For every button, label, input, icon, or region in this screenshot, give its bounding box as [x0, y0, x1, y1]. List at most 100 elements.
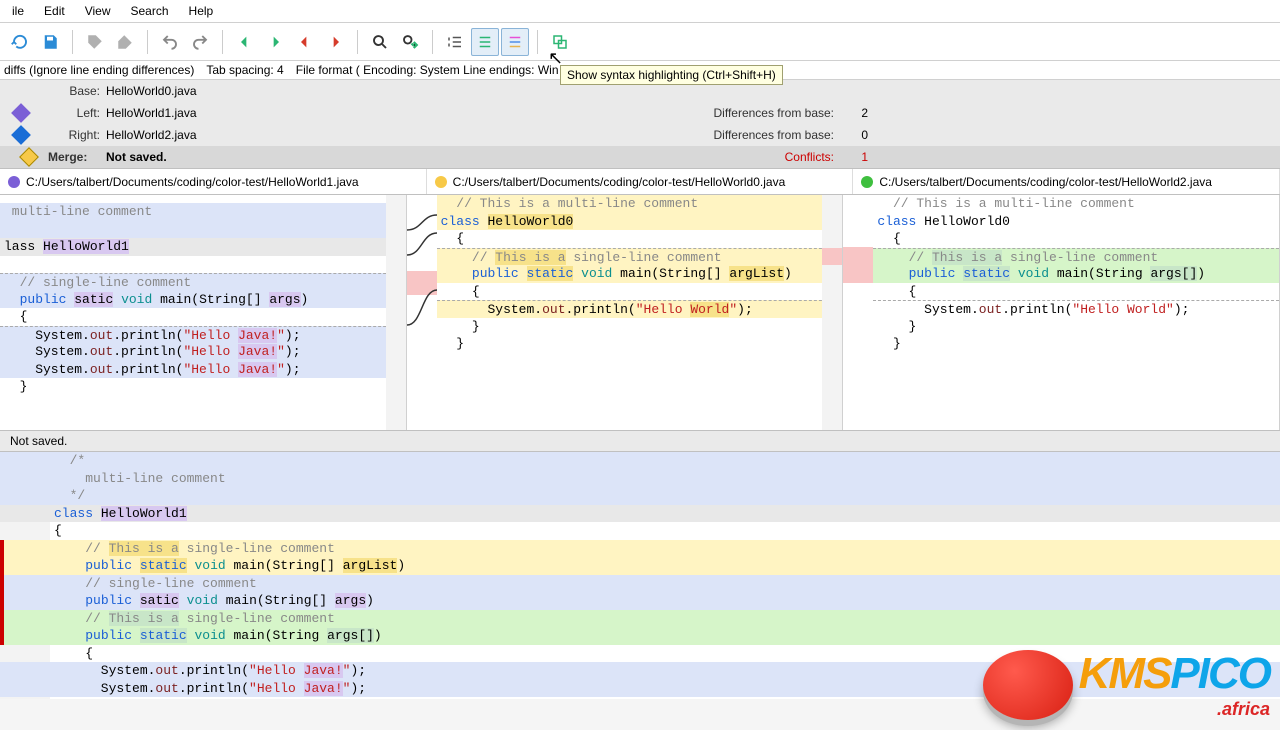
diamond-merge-icon: [19, 147, 39, 167]
search-next-button[interactable]: [396, 28, 424, 56]
right-label: Right:: [34, 128, 106, 142]
diff-pane-right[interactable]: // This is a multi-line comment class He…: [873, 195, 1280, 430]
code-text: class HelloWorld1: [54, 506, 187, 521]
conflicts-label: Conflicts:: [785, 150, 840, 164]
separator: [432, 30, 433, 54]
diff-pane-mid[interactable]: // This is a multi-line comment class He…: [437, 195, 844, 430]
status-tab: Tab spacing: 4: [206, 63, 283, 77]
dot-purple-icon: [8, 176, 20, 188]
diff-area[interactable]: multi-line comment lass HelloWorld1 // s…: [0, 195, 1280, 430]
search-button[interactable]: [366, 28, 394, 56]
tag-down-button[interactable]: [81, 28, 109, 56]
refresh-button[interactable]: [6, 28, 34, 56]
menu-search[interactable]: Search: [123, 2, 177, 20]
red-button-icon: [983, 650, 1073, 720]
dot-green-icon: [861, 176, 873, 188]
gutter: [386, 195, 406, 430]
merge-status: Not saved.: [106, 150, 785, 164]
save-button[interactable]: [36, 28, 64, 56]
toolbar: [0, 23, 1280, 61]
menu-view[interactable]: View: [77, 2, 119, 20]
watermark-kms: KMS: [1079, 649, 1171, 698]
watermark-logo: KMSPICO .africa: [983, 649, 1270, 720]
status-format: File format ( Encoding: System Line endi…: [296, 63, 559, 77]
menu-edit[interactable]: Edit: [36, 2, 73, 20]
code-text: public satic void main(String[] args): [54, 593, 374, 608]
code-text: [0, 221, 406, 239]
dot-yellow-icon: [435, 176, 447, 188]
right-filename: HelloWorld2.java: [106, 128, 714, 142]
code-text: public static void main(String args[]): [877, 266, 1205, 281]
menu-help[interactable]: Help: [181, 2, 222, 20]
code-text: class HelloWorld0: [877, 214, 1010, 229]
path-right: C:/Users/talbert/Documents/coding/color-…: [853, 169, 1280, 194]
tooltip: Show syntax highlighting (Ctrl+Shift+H): [560, 65, 783, 85]
diff-base-label: Differences from base:: [714, 106, 841, 120]
connector-left: [407, 195, 437, 430]
code-text: class HelloWorld0: [441, 214, 574, 229]
status-diffs: diffs (Ignore line ending differences): [4, 63, 194, 77]
gutter: [822, 195, 842, 430]
merge-label: Merge:: [42, 150, 106, 164]
code-text: */: [54, 488, 85, 503]
base-label: Base:: [50, 84, 106, 98]
prev-diff-button[interactable]: [231, 28, 259, 56]
code-text: // single-line comment: [54, 576, 257, 591]
separator: [147, 30, 148, 54]
diff-left-count: 2: [840, 106, 880, 120]
diff-pane-left[interactable]: multi-line comment lass HelloWorld1 // s…: [0, 195, 407, 430]
code-text: System.out.println("Hello World");: [441, 302, 753, 317]
wrap-lines-button[interactable]: [471, 28, 499, 56]
cursor-icon: ↖: [548, 48, 563, 69]
undo-button[interactable]: [156, 28, 184, 56]
prev-conflict-button[interactable]: [291, 28, 319, 56]
separator: [222, 30, 223, 54]
diamond-right-icon: [11, 125, 31, 145]
code-text: multi-line comment: [4, 204, 152, 219]
diff-right-count: 0: [840, 128, 880, 142]
path-right-text: C:/Users/talbert/Documents/coding/color-…: [879, 175, 1212, 189]
code-text: // This is a multi-line comment: [441, 196, 698, 211]
code-text: // This is a single-line comment: [877, 250, 1158, 265]
conflicts-count: 1: [840, 150, 880, 164]
tag-up-button[interactable]: [111, 28, 139, 56]
code-text: lass HelloWorld1: [4, 239, 129, 254]
code-text: public static void main(String[] argList…: [441, 266, 792, 281]
next-diff-button[interactable]: [261, 28, 289, 56]
code-text: System.out.println("Hello Java!");: [4, 328, 301, 343]
base-filename: HelloWorld0.java: [106, 84, 1280, 98]
merge-not-saved: Not saved.: [10, 434, 67, 448]
path-left: C:/Users/talbert/Documents/coding/color-…: [0, 169, 427, 194]
redo-button[interactable]: [186, 28, 214, 56]
code-text: System.out.println("Hello Java!");: [54, 681, 366, 696]
merge-gutter: [0, 452, 50, 699]
code-text: // This is a single-line comment: [54, 541, 335, 556]
code-text: System.out.println("Hello Java!");: [54, 663, 366, 678]
code-text: // This is a single-line comment: [441, 250, 722, 265]
code-text: System.out.println("Hello World");: [877, 302, 1189, 317]
connector-right: [843, 195, 873, 430]
code-text: System.out.println("Hello Java!");: [4, 344, 301, 359]
menu-file[interactable]: ile: [4, 2, 32, 20]
watermark-pico: PICO: [1170, 649, 1270, 698]
left-label: Left:: [34, 106, 106, 120]
separator: [72, 30, 73, 54]
merge-status-bar: Not saved.: [0, 430, 1280, 452]
separator: [537, 30, 538, 54]
watermark-africa: .africa: [1079, 699, 1270, 720]
diamond-left-icon: [11, 103, 31, 123]
path-left-text: C:/Users/talbert/Documents/coding/color-…: [26, 175, 359, 189]
code-text: public static void main(String[] argList…: [54, 558, 405, 573]
code-text: // This is a single-line comment: [54, 611, 335, 626]
path-mid-text: C:/Users/talbert/Documents/coding/color-…: [453, 175, 786, 189]
diff-base-label: Differences from base:: [714, 128, 841, 142]
left-filename: HelloWorld1.java: [106, 106, 714, 120]
line-numbers-button[interactable]: [441, 28, 469, 56]
info-panel: Base: HelloWorld0.java Left: HelloWorld1…: [0, 80, 1280, 169]
code-text: public satic void main(String[] args): [4, 292, 308, 307]
code-text: // This is a multi-line comment: [877, 196, 1134, 211]
next-conflict-button[interactable]: [321, 28, 349, 56]
code-text: System.out.println("Hello Java!");: [4, 362, 301, 377]
separator: [357, 30, 358, 54]
syntax-highlight-button[interactable]: [501, 28, 529, 56]
